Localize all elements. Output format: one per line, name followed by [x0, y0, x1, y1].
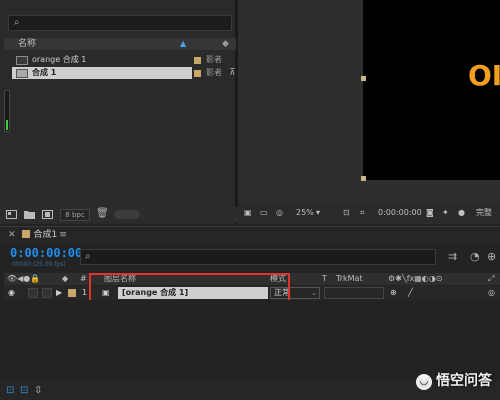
menu-icon[interactable]: ≡ — [59, 229, 67, 242]
new-composition-icon[interactable] — [42, 210, 53, 219]
transform-handle[interactable] — [361, 76, 366, 81]
tab-composition[interactable]: ✕ 合成1 ≡ — [8, 229, 67, 244]
canvas-text-layer[interactable]: OI — [468, 60, 500, 92]
level-meter-fill — [6, 120, 8, 130]
tab-label: 合成1 — [33, 230, 58, 240]
toggle-modes-icon[interactable]: ⊡ — [20, 385, 28, 396]
expand-triangle-icon[interactable]: ▶ — [56, 286, 62, 300]
layer-number-column[interactable]: # — [80, 273, 87, 285]
composition-flowchart-icon[interactable]: ⇉ — [448, 250, 457, 263]
close-icon[interactable]: ✕ — [8, 230, 16, 240]
show-snapshot-icon[interactable]: ✦ — [442, 206, 449, 220]
t-column[interactable]: T — [322, 273, 327, 285]
sort-ascending-icon[interactable]: ▲ — [180, 38, 186, 50]
search-icon: ⌕ — [85, 251, 91, 262]
shy-layers-icon[interactable]: ⊕ — [487, 250, 496, 263]
timeline-header: 0:00:00:00 00000 (25.00 fps) ⌕ ⇉ ◔ ⊕ — [0, 242, 500, 272]
mask-visibility-icon[interactable]: ◎ — [276, 206, 283, 220]
resolution-select[interactable]: 完整 — [476, 206, 492, 220]
label-tag-icon[interactable]: ◆ — [222, 39, 229, 49]
viewer-toolbar: ▣ ▭ ◎ 25% ▾ ⊡ ⌗ 0:00:00:00 ◙ ✦ ● 完整 — [238, 203, 500, 223]
project-column-header[interactable]: 名称 ▲ ◆ — [4, 38, 236, 50]
grid-icon[interactable]: ⌗ — [360, 206, 365, 220]
toggle-in-out-icon[interactable]: ⇳ — [34, 385, 42, 396]
label-color-swatch — [21, 230, 30, 238]
composition-viewer: OI ▣ ▭ ◎ 25% ▾ ⊡ ⌗ 0:00:00:00 ◙ ✦ ● 完整 — [238, 0, 500, 224]
toggle-switches-icon[interactable]: ⊡ — [6, 385, 14, 396]
project-search-input[interactable]: ⌕ — [8, 15, 232, 31]
project-panel: ⌕ 名称 ▲ ◆ orange 合成 1 影者 合成 1 影者 ⊼ 8 bpc … — [0, 0, 238, 224]
draft-3d-icon[interactable]: ◔ — [470, 250, 480, 263]
composition-icon — [16, 69, 28, 78]
color-channels-icon[interactable]: ● — [458, 206, 465, 220]
trash-icon[interactable]: 🗑 — [96, 208, 109, 219]
trkmat-column[interactable]: TrkMat — [336, 273, 363, 285]
watermark-text: 悟空问答 — [436, 373, 492, 389]
label-color-swatch[interactable] — [194, 57, 201, 64]
label-tag-icon[interactable]: ◆ — [62, 273, 68, 285]
visibility-eye-icon[interactable]: ◉ — [8, 286, 15, 300]
watermark: ◡ 悟空问答 — [416, 370, 492, 390]
av-features-icons[interactable]: 👁◀●🔒 — [7, 273, 40, 285]
chevron-down-icon: ⌄ — [311, 289, 317, 297]
current-time-display[interactable]: 0:00:00:00 — [10, 246, 82, 260]
new-folder-icon[interactable] — [24, 210, 35, 219]
always-preview-icon[interactable]: ▣ — [244, 206, 252, 220]
monitor-icon[interactable]: ▭ — [260, 206, 268, 220]
level-meter — [4, 90, 10, 132]
project-item[interactable]: orange 合成 1 影者 — [4, 54, 236, 66]
project-item-selected[interactable]: 合成 1 影者 ⊼ — [4, 67, 236, 79]
transform-handle[interactable] — [361, 176, 366, 181]
expand-icon[interactable]: ⤢ — [488, 273, 494, 285]
flowchart-icon[interactable]: ⊼ — [229, 67, 236, 79]
project-item-name: orange 合成 1 — [32, 55, 87, 64]
frame-count: 00000 (25.00 fps) — [12, 261, 66, 268]
project-footer: 8 bpc 🗑 — [0, 207, 238, 223]
label-color-swatch[interactable] — [194, 70, 201, 77]
project-item-type: 影者 — [206, 55, 222, 64]
name-column-label[interactable]: 名称 — [18, 38, 36, 50]
trkmat-select[interactable] — [324, 287, 384, 299]
project-item-type: 影者 — [206, 68, 222, 77]
audio-toggle[interactable] — [28, 288, 38, 298]
layer-index: 1 — [82, 288, 88, 297]
switches-icons[interactable]: ⚙✱╲fx▦◐◑⊙ — [388, 273, 442, 285]
label-color-swatch[interactable] — [68, 289, 76, 297]
composition-canvas[interactable]: OI — [363, 0, 500, 180]
project-item-name: 合成 1 — [32, 68, 57, 77]
parent-pickwhip-icon[interactable]: ◎ — [488, 286, 495, 300]
bit-depth-button[interactable]: 8 bpc — [60, 209, 90, 221]
quality-switch-icon[interactable]: ╱ — [408, 286, 413, 300]
search-icon: ⌕ — [14, 17, 20, 28]
timeline-search-input[interactable]: ⌕ — [80, 249, 436, 265]
shy-switch-icon[interactable]: ⊕ — [390, 286, 397, 300]
solo-toggle[interactable] — [42, 288, 52, 298]
timeline-tab-bar: ✕ 合成1 ≡ — [0, 226, 500, 244]
viewer-timecode[interactable]: 0:00:00:00 — [378, 206, 422, 220]
region-of-interest-icon[interactable]: ⊡ — [343, 206, 350, 220]
composition-icon — [16, 56, 28, 65]
wukong-logo-icon: ◡ — [416, 374, 432, 390]
zoom-select[interactable]: 25% — [296, 206, 314, 220]
snapshot-icon[interactable]: ◙ — [426, 206, 434, 220]
interpret-footage-icon[interactable] — [6, 210, 17, 219]
chevron-down-icon[interactable]: ▾ — [316, 206, 320, 220]
thumbnail-slider[interactable] — [114, 210, 140, 219]
